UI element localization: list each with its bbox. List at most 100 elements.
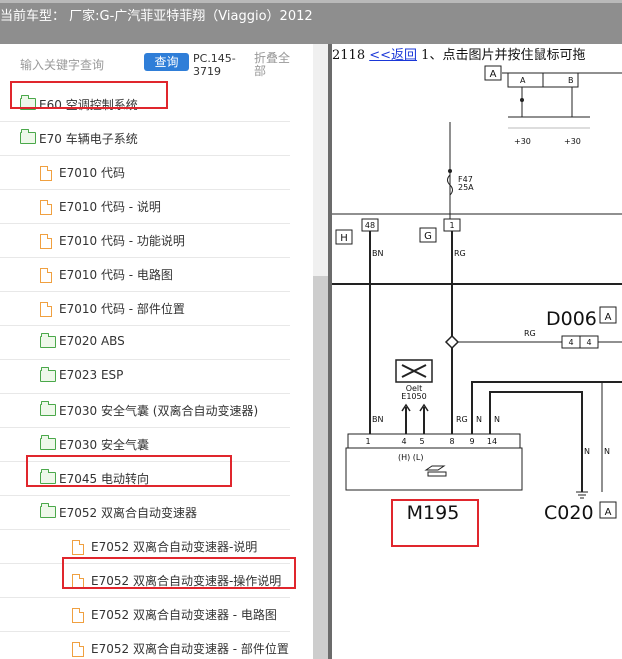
tree-item-e7010[interactable]: E7010 代码: [0, 156, 290, 190]
tree-item-code: E7010: [59, 234, 98, 248]
m195-label: M195: [407, 502, 460, 524]
connector-g: G: [424, 231, 432, 242]
tree-item-text: 代码 - 说明: [100, 200, 161, 214]
vehicle-info: 当前车型： 厂家:G-广汽菲亚特菲翔（Viaggio）2012: [0, 5, 313, 24]
tree-item-code: E7010: [59, 200, 98, 214]
tree-item-e70[interactable]: E70 车辆电子系统: [0, 122, 290, 156]
wire-bn-low: BN: [372, 415, 383, 424]
pin-a-label: A: [520, 76, 526, 85]
tree-item-text: 代码 - 功能说明: [100, 234, 185, 248]
search-button[interactable]: 查询: [144, 53, 189, 71]
wire-n-d: N: [604, 447, 610, 456]
folder-icon: [40, 367, 56, 382]
wire-bn-label: BN: [372, 249, 383, 258]
document-icon: [40, 234, 52, 249]
content-panel: 2118 <<返回 1、点击图片并按住鼠标可拖 A A B +30 +30 F4…: [328, 44, 622, 659]
wire-n-b: N: [494, 415, 500, 424]
tree-item-code: E7052: [91, 642, 130, 656]
document-icon: [72, 642, 84, 657]
tree-item-e7020[interactable]: E7020 ABS: [0, 326, 290, 360]
scrollbar-thumb[interactable]: [313, 276, 328, 659]
tree-item-code: E7030: [59, 438, 98, 452]
m195-pin-1: 4: [401, 437, 406, 446]
folder-icon: [40, 333, 56, 348]
plus30-b: +30: [564, 137, 581, 146]
highlight-box: [62, 557, 296, 589]
navigation-panel: 查询 PC.145-3719 折叠全部 E60 空调控制系统E70 车辆电子系统…: [0, 44, 328, 659]
wire-n-c: N: [584, 447, 590, 456]
document-icon: [40, 200, 52, 215]
tree-item-e7010[interactable]: E7010 代码 - 说明: [0, 190, 290, 224]
tree-item-e7052[interactable]: E7052 双离合自动变速器 - 电路图: [0, 598, 290, 632]
fuse-rating: 25A: [458, 183, 474, 192]
document-icon: [40, 166, 52, 181]
search-input[interactable]: [20, 55, 140, 75]
content-header: 2118 <<返回 1、点击图片并按住鼠标可拖: [332, 44, 585, 63]
m195-pin-5: 14: [487, 437, 497, 446]
d006-pin-a: 4: [568, 338, 573, 347]
wiring-diagram[interactable]: A A B +30 +30 F47 25A H G 48 1 BN RG D00…: [332, 62, 622, 659]
m195-hl: (H) (L): [398, 453, 424, 462]
document-icon: [72, 608, 84, 623]
tree-item-text: 安全气囊: [100, 438, 149, 452]
tree-item-label: E7052 双离合自动变速器 - 电路图: [91, 606, 277, 623]
collapse-all-button[interactable]: 折叠全部: [254, 52, 296, 78]
tree-item-text: 代码 - 部件位置: [100, 302, 185, 316]
back-link[interactable]: <<返回: [369, 48, 417, 63]
e1050-label: E1050: [401, 392, 426, 401]
splice-diamond: [444, 334, 460, 350]
d006-wire-rg: RG: [524, 329, 536, 338]
c020-label: C020: [544, 502, 594, 524]
tree-item-text: ABS: [100, 334, 125, 348]
d006-pin-b: 4: [586, 338, 591, 347]
tree-item-e7010[interactable]: E7010 代码 - 电路图: [0, 258, 290, 292]
tree-item-e7010[interactable]: E7010 代码 - 功能说明: [0, 224, 290, 258]
tree-item-text: 车辆电子系统: [65, 132, 138, 146]
folder-icon: [40, 401, 56, 416]
d006-label: D006: [546, 308, 597, 330]
tree-item-e7023[interactable]: E7023 ESP: [0, 360, 290, 394]
tree-item-code: E7052: [91, 540, 130, 554]
tree-item-text: 双离合自动变速器 - 电路图: [132, 608, 277, 622]
tree-item-label: E7023 ESP: [59, 368, 123, 382]
pin-b-label: B: [568, 76, 574, 85]
wire-n-a: N: [476, 415, 482, 424]
tree-item-e7052[interactable]: E7052 双离合自动变速器: [0, 496, 290, 530]
m195-pin-3: 8: [449, 437, 454, 446]
tree-item-code: E7052: [91, 608, 130, 622]
highlight-box: [26, 455, 232, 487]
plus30-a: +30: [514, 137, 531, 146]
tree-item-text: 双离合自动变速器: [100, 506, 197, 520]
wire-rg-low: RG: [456, 415, 468, 424]
tree-item-text: ESP: [100, 368, 124, 382]
pc-code: PC.145-3719: [193, 52, 236, 78]
tree-item-text: 代码 - 电路图: [100, 268, 173, 282]
wire-rg-label: RG: [454, 249, 466, 258]
m195-pin-0: 1: [365, 437, 370, 446]
highlight-box: [10, 81, 168, 109]
document-icon: [72, 540, 84, 555]
tree-item-e7030[interactable]: E7030 安全气囊 (双离合自动变速器): [0, 394, 290, 428]
m195-pin-4: 9: [469, 437, 474, 446]
tree-item-label: E7010 代码 - 说明: [59, 198, 161, 215]
connector-h: H: [340, 233, 348, 244]
c020-connector: A: [605, 507, 612, 518]
title-bar: 当前车型： 厂家:G-广汽菲亚特菲翔（Viaggio）2012: [0, 0, 622, 44]
tree-item-label: E7052 双离合自动变速器-说明: [91, 538, 257, 555]
tree-item-e7052[interactable]: E7052 双离合自动变速器 - 部件位置: [0, 632, 290, 659]
tree-item-label: E7052 双离合自动变速器: [59, 504, 197, 521]
tree-item-label: E7052 双离合自动变速器 - 部件位置: [91, 640, 289, 657]
tree-item-label: E7010 代码 - 电路图: [59, 266, 173, 283]
tree-item-code: E7010: [59, 302, 98, 316]
ground-icon: [576, 491, 588, 499]
pin-48: 48: [365, 221, 375, 230]
tree-item-label: E7020 ABS: [59, 334, 125, 348]
document-icon: [40, 268, 52, 283]
d006-connector: A: [605, 312, 612, 323]
tree-item-code: E7010: [59, 268, 98, 282]
vehicle-label: 当前车型：: [0, 9, 66, 24]
tree-item-e7010[interactable]: E7010 代码 - 部件位置: [0, 292, 290, 326]
folder-open-icon: [20, 129, 36, 144]
instruction-text: 1、点击图片并按住鼠标可拖: [421, 48, 586, 63]
tree-item-label: E7010 代码: [59, 164, 125, 181]
